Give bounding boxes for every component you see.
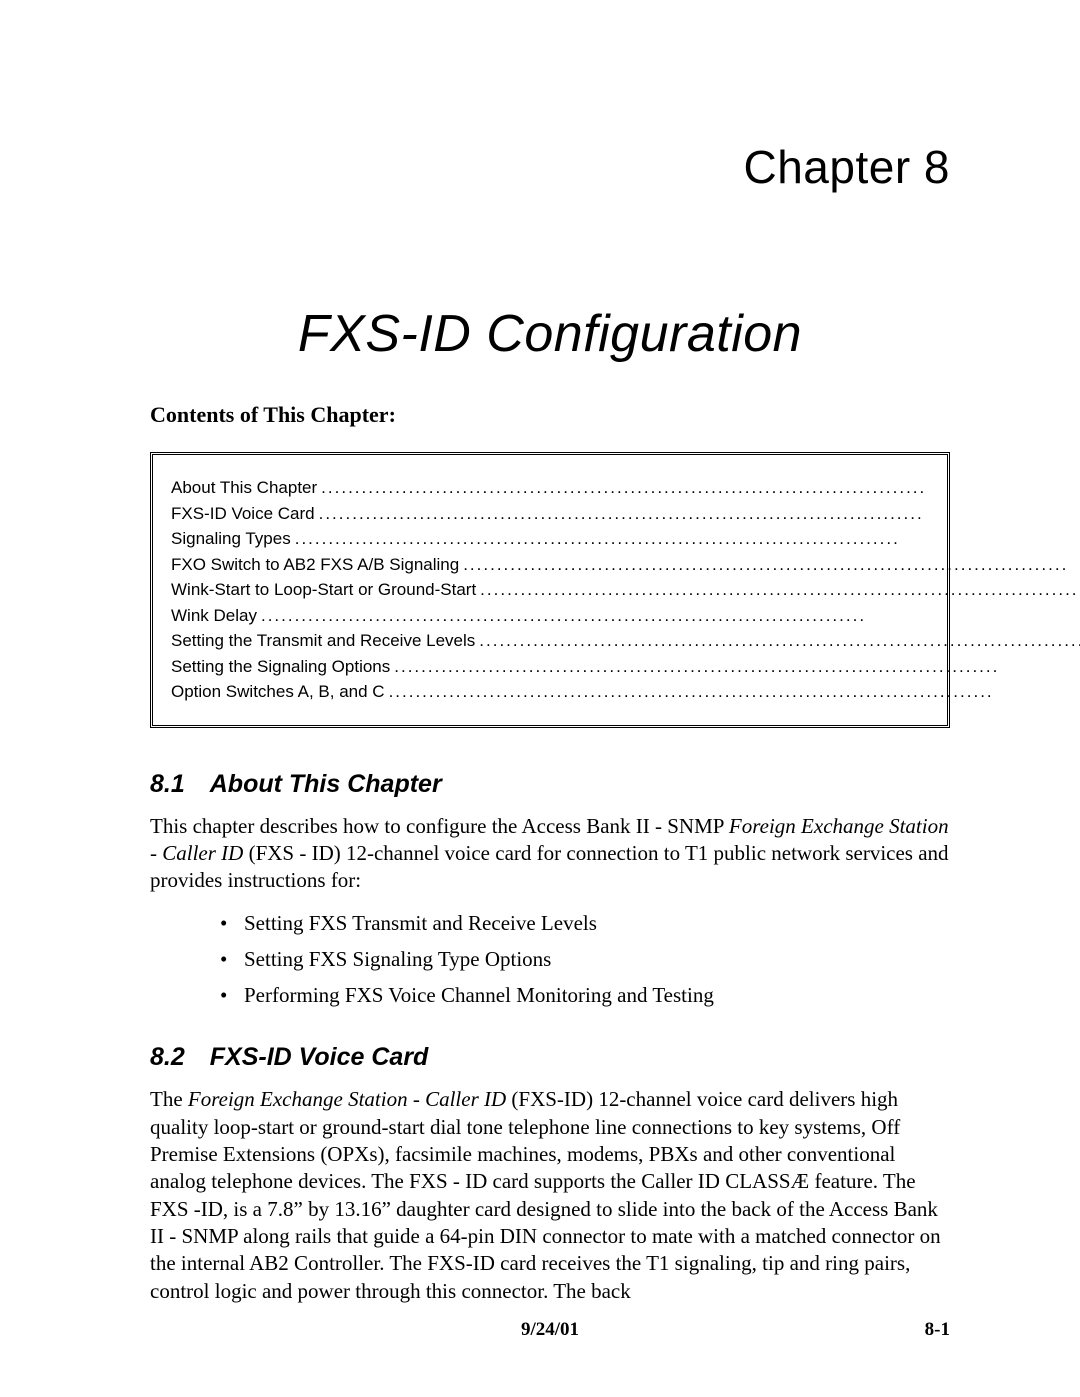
toc-entry: Setting the Transmit and Receive Levels3 — [171, 628, 1080, 654]
toc-title: FXO Switch to AB2 FXS A/B Signaling — [171, 552, 459, 578]
footer-date: 9/24/01 — [150, 1319, 950, 1341]
toc-entry: Wink-Start to Loop-Start or Ground-Start… — [171, 577, 1080, 603]
text-run: The — [150, 1087, 188, 1111]
toc-leader — [480, 577, 1080, 603]
toc-entry: About This Chapter1 — [171, 475, 1080, 501]
contents-heading: Contents of This Chapter: — [150, 402, 950, 428]
table-of-contents: About This Chapter1 FXS-ID Voice Card1 S… — [150, 452, 950, 728]
toc-leader — [389, 679, 1080, 705]
toc-title: Wink-Start to Loop-Start or Ground-Start — [171, 577, 476, 603]
section-8-1-paragraph: This chapter describes how to configure … — [150, 813, 950, 895]
chapter-label: Chapter 8 — [150, 140, 950, 194]
toc-title: About This Chapter — [171, 475, 317, 501]
toc-entry: Wink Delay3 — [171, 603, 1080, 629]
toc-entry: Signaling Types2 — [171, 526, 1080, 552]
section-8-2-paragraph: The Foreign Exchange Station - Caller ID… — [150, 1086, 950, 1304]
toc-title: Setting the Signaling Options — [171, 654, 390, 680]
toc-leader — [463, 552, 1080, 578]
chapter-title: FXS-ID Configuration — [150, 304, 950, 364]
toc-leader — [321, 475, 1080, 501]
toc-entry: FXO Switch to AB2 FXS A/B Signaling2 — [171, 552, 1080, 578]
toc-leader — [394, 654, 1080, 680]
section-8-1-bullets: Setting FXS Transmit and Receive Levels … — [220, 906, 950, 1013]
toc-leader — [479, 628, 1080, 654]
italic-run: Foreign Exchange Station - Caller ID — [188, 1087, 506, 1111]
toc-leader — [319, 501, 1080, 527]
toc-title: FXS-ID Voice Card — [171, 501, 315, 527]
toc-title: Signaling Types — [171, 526, 291, 552]
toc-title: Setting the Transmit and Receive Levels — [171, 628, 475, 654]
section-heading-8-1: 8.1 About This Chapter — [150, 770, 950, 799]
toc-leader — [295, 526, 1080, 552]
toc-entry: FXS-ID Voice Card1 — [171, 501, 1080, 527]
toc-entry: Option Switches A, B, and C6 — [171, 679, 1080, 705]
toc-title: Option Switches A, B, and C — [171, 679, 385, 705]
list-item: Setting FXS Signaling Type Options — [220, 942, 950, 978]
toc-entry: Setting the Signaling Options6 — [171, 654, 1080, 680]
section-heading-8-2: 8.2 FXS-ID Voice Card — [150, 1043, 950, 1072]
toc-title: Wink Delay — [171, 603, 257, 629]
toc-column-left: About This Chapter1 FXS-ID Voice Card1 S… — [171, 475, 1080, 705]
text-run: (FXS - ID) 12-channel voice card for con… — [150, 841, 949, 892]
page-footer: 9/24/01 8-1 — [150, 1319, 950, 1341]
document-page: Chapter 8 FXS-ID Configuration Contents … — [0, 0, 1080, 1397]
text-run: This chapter describes how to configure … — [150, 814, 729, 838]
list-item: Setting FXS Transmit and Receive Levels — [220, 906, 950, 942]
list-item: Performing FXS Voice Channel Monitoring … — [220, 978, 950, 1014]
toc-leader — [261, 603, 1080, 629]
text-run: (FXS-ID) 12-channel voice card delivers … — [150, 1087, 941, 1302]
